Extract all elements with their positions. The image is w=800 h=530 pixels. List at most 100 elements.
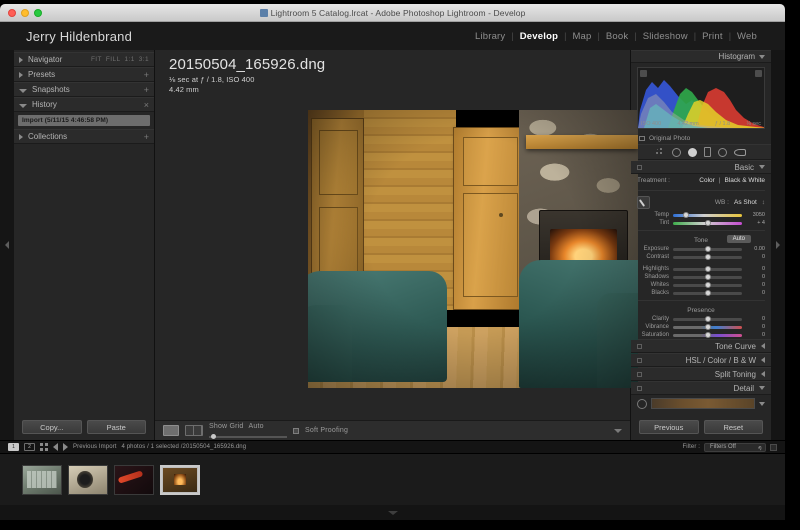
zoom-1-1[interactable]: 1:1	[125, 56, 135, 63]
identity-plate[interactable]: Jerry Hildenbrand	[26, 29, 132, 44]
minimize-window-button[interactable]	[21, 9, 29, 17]
tint-slider-row[interactable]: Tint + 4	[631, 219, 771, 227]
module-print[interactable]: Print	[696, 31, 729, 42]
panel-hsl-header[interactable]: HSL / Color / B & W	[631, 354, 771, 367]
copy-settings-button[interactable]: Copy...	[22, 420, 82, 434]
adjustment-brush-icon[interactable]	[734, 148, 746, 156]
loupe-view-icon[interactable]	[163, 425, 179, 436]
main-screen-button[interactable]: 1	[8, 443, 19, 451]
temp-slider-row[interactable]: Temp 3050	[631, 211, 771, 219]
add-snapshot-icon[interactable]: +	[144, 85, 149, 95]
chevron-down-icon[interactable]	[759, 165, 765, 169]
grid-mode-select[interactable]: Auto	[248, 423, 263, 430]
exposure-slider[interactable]	[673, 245, 742, 252]
module-book[interactable]: Book	[600, 31, 634, 42]
module-library[interactable]: Library	[469, 31, 511, 42]
zoom-fit[interactable]: FIT	[91, 56, 102, 63]
soft-proofing-checkbox[interactable]	[293, 427, 299, 434]
navigator-zoom-options[interactable]: FIT FILL 1:1 3:1	[91, 56, 149, 63]
close-window-button[interactable]	[8, 9, 16, 17]
detail-preview-thumbnail[interactable]	[651, 398, 755, 409]
previous-button[interactable]: Previous	[639, 420, 699, 434]
add-collection-icon[interactable]: +	[144, 132, 149, 142]
auto-tone-button[interactable]: Auto	[726, 235, 751, 243]
chevron-right-icon[interactable]	[761, 343, 765, 349]
panel-navigator-header[interactable]: Navigator FIT FILL 1:1 3:1	[14, 52, 154, 67]
panel-snapshots-header[interactable]: Snapshots +	[14, 82, 154, 97]
filter-toggle-switch[interactable]	[770, 443, 777, 451]
toolbar-options-caret-icon[interactable]	[614, 428, 622, 433]
module-map[interactable]: Map	[566, 31, 597, 42]
forward-arrow-icon[interactable]	[63, 443, 68, 451]
loupe-image[interactable]	[308, 110, 638, 388]
module-develop[interactable]: Develop	[514, 31, 564, 42]
zoom-3-1[interactable]: 3:1	[139, 56, 149, 63]
original-photo-checkbox[interactable]	[639, 136, 645, 141]
hsl-enable-switch[interactable]	[637, 357, 642, 363]
exposure-slider-row[interactable]: Exposure 0.00	[631, 245, 771, 253]
module-slideshow[interactable]: Slideshow	[637, 31, 694, 42]
clear-history-icon[interactable]: ×	[144, 100, 149, 110]
grid-size-slider[interactable]	[209, 434, 287, 439]
contrast-slider[interactable]	[673, 253, 742, 260]
panel-tone-curve-header[interactable]: Tone Curve	[631, 340, 771, 353]
chevron-down-icon[interactable]	[759, 54, 765, 59]
treatment-bw-option[interactable]: Black & White	[725, 177, 765, 184]
before-after-view-icon[interactable]	[185, 425, 203, 436]
clarity-slider[interactable]	[673, 315, 742, 322]
filmstrip-thumb-red-object[interactable]	[114, 464, 154, 495]
module-web[interactable]: Web	[731, 31, 763, 42]
chevron-down-icon[interactable]	[759, 401, 765, 406]
panel-basic-header[interactable]: Basic	[631, 161, 771, 174]
right-panel-collapse-arrow[interactable]	[771, 50, 785, 440]
filter-select[interactable]: Filters Off	[704, 442, 766, 452]
traffic-lights[interactable]	[8, 9, 42, 17]
grid-view-icon[interactable]	[40, 443, 48, 451]
back-arrow-icon[interactable]	[53, 443, 58, 451]
left-panel-collapse-arrow[interactable]	[0, 50, 14, 440]
contrast-slider-row[interactable]: Contrast 0	[631, 253, 771, 261]
wb-value-select[interactable]: As Shot	[734, 199, 757, 206]
zoom-window-button[interactable]	[34, 9, 42, 17]
filmstrip-source[interactable]: Previous Import	[73, 444, 117, 450]
tone-curve-enable-switch[interactable]	[637, 343, 642, 349]
shadows-slider[interactable]	[673, 273, 742, 280]
white-balance-eyedropper-icon[interactable]	[637, 196, 650, 209]
saturation-slider[interactable]	[673, 331, 742, 338]
filmstrip-collapse-arrow[interactable]	[0, 505, 785, 520]
chevron-down-icon[interactable]	[759, 386, 765, 390]
spot-removal-icon[interactable]	[672, 147, 681, 157]
whites-slider-row[interactable]: Whites 0	[631, 281, 771, 289]
temp-slider[interactable]	[673, 211, 742, 218]
basic-enable-switch[interactable]	[637, 164, 642, 170]
wb-stepper-icon[interactable]: ↕	[762, 199, 765, 206]
add-preset-icon[interactable]: +	[144, 70, 149, 80]
vibrance-slider-row[interactable]: Vibrance 0	[631, 323, 771, 331]
filmstrip-thumb-fireplace[interactable]	[160, 464, 200, 495]
photo-canvas[interactable]: 20150504_165926.dng ⅛ sec at ƒ / 1.8, IS…	[155, 50, 638, 420]
original-photo-row[interactable]: Original Photo	[631, 133, 771, 144]
shadows-slider-row[interactable]: Shadows 0	[631, 273, 771, 281]
panel-presets-header[interactable]: Presets +	[14, 67, 154, 82]
chevron-right-icon[interactable]	[761, 371, 765, 377]
history-item-import[interactable]: Import (5/11/15 4:46:58 PM)	[18, 115, 150, 126]
vibrance-slider[interactable]	[673, 323, 742, 330]
reset-button[interactable]: Reset	[703, 420, 763, 434]
saturation-slider-row[interactable]: Saturation 0	[631, 331, 771, 339]
panel-history-header[interactable]: History ×	[14, 97, 154, 112]
treatment-color-option[interactable]: Color	[699, 177, 715, 184]
graduated-filter-icon[interactable]	[704, 147, 711, 157]
detail-enable-switch[interactable]	[637, 385, 642, 391]
radial-filter-icon[interactable]	[718, 147, 727, 157]
filmstrip-thumb-keyboard[interactable]	[22, 464, 62, 495]
blacks-slider[interactable]	[673, 289, 742, 296]
tint-slider[interactable]	[673, 219, 742, 226]
crop-overlay-icon[interactable]	[656, 147, 665, 157]
panel-histogram-header[interactable]: Histogram	[631, 50, 771, 63]
paste-settings-button[interactable]: Paste	[86, 420, 146, 434]
panel-detail-header[interactable]: Detail	[631, 382, 771, 395]
red-eye-icon[interactable]	[688, 147, 697, 157]
clarity-slider-row[interactable]: Clarity 0	[631, 315, 771, 323]
highlights-slider-row[interactable]: Highlights 0	[631, 265, 771, 273]
blacks-slider-row[interactable]: Blacks 0	[631, 289, 771, 297]
